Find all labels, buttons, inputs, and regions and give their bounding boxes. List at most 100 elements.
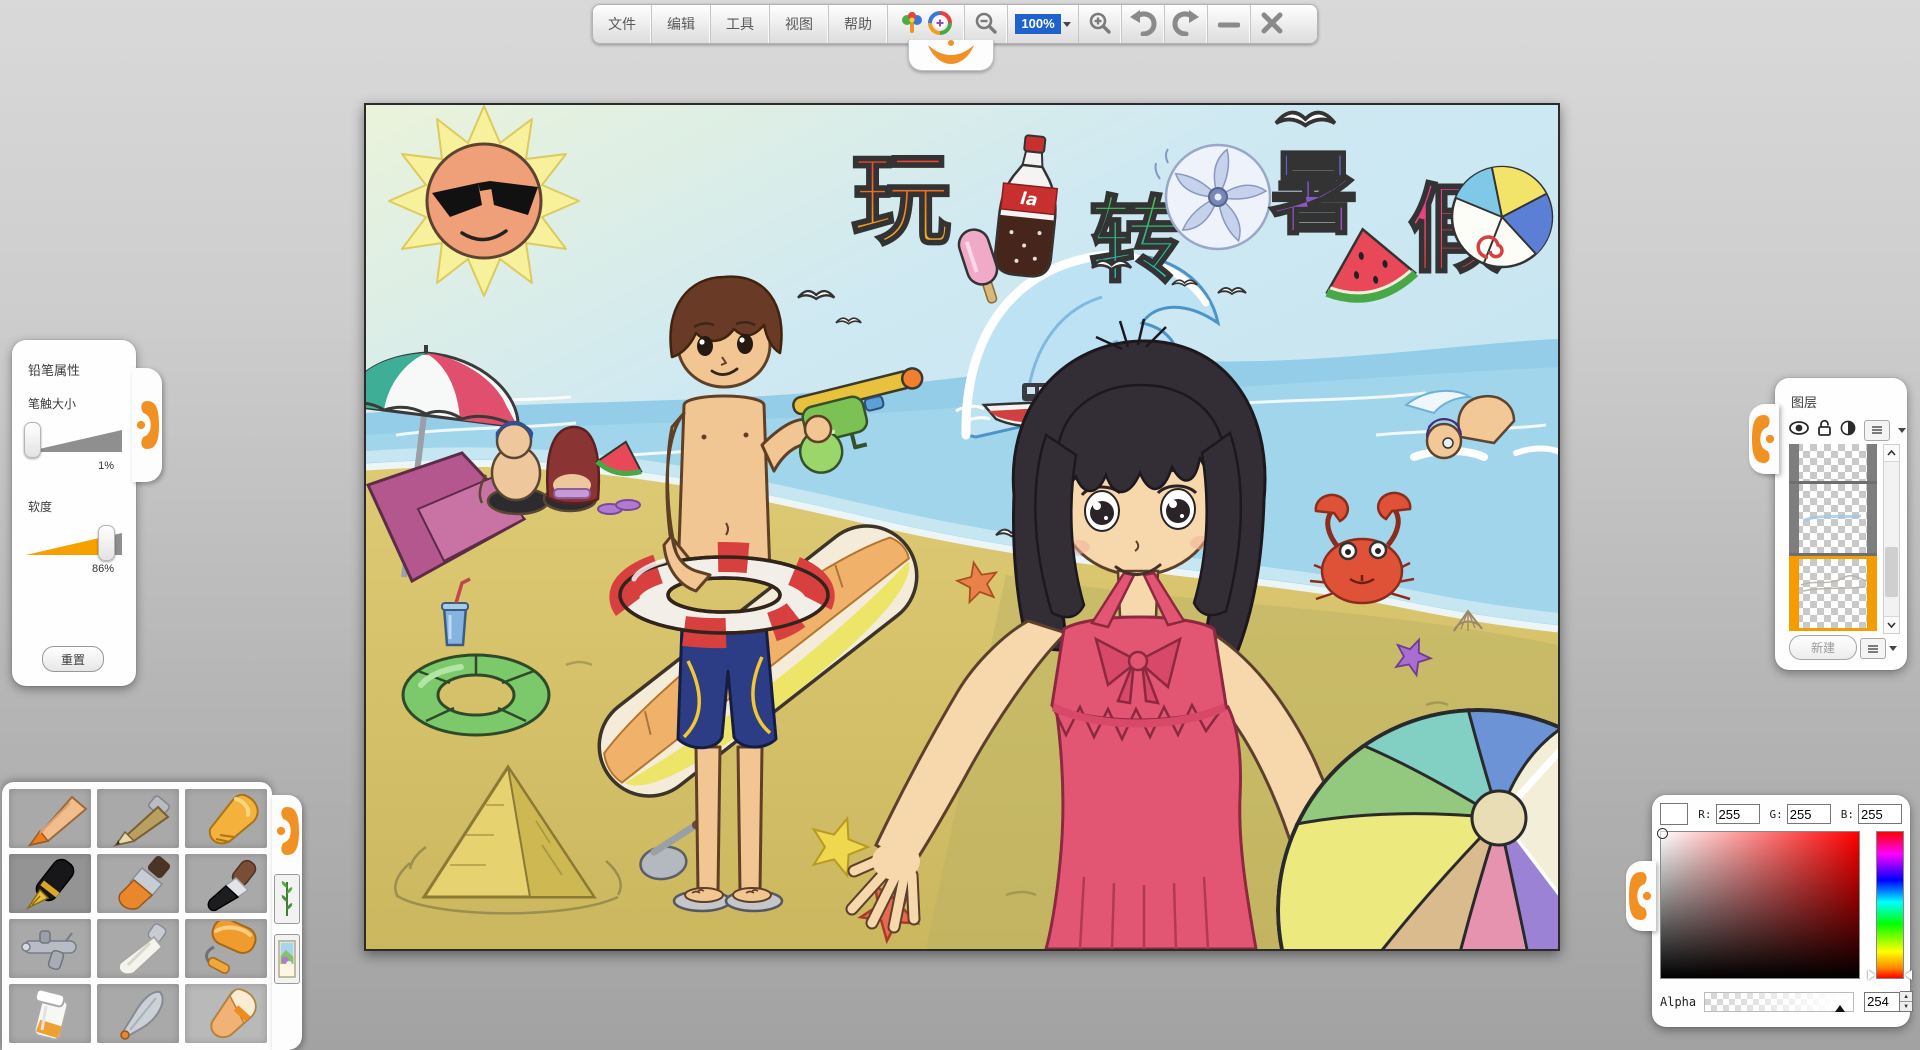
- undo-button[interactable]: [1122, 5, 1165, 43]
- brush-panel-collapse-handle[interactable]: [275, 803, 299, 864]
- fountain-pen-icon: [10, 856, 90, 912]
- pencil-panel-collapse-handle[interactable]: [132, 368, 162, 482]
- red-input[interactable]: [1716, 804, 1760, 824]
- brush-palette-panel: [2, 782, 272, 1050]
- brush-tile-colored-pencil[interactable]: [9, 789, 91, 848]
- menu-view[interactable]: 视图: [770, 5, 829, 43]
- softness-label: 软度: [12, 472, 136, 515]
- alpha-spinner[interactable]: ▲▼: [1900, 991, 1913, 1012]
- airbrush-icon: [10, 921, 90, 977]
- brush-size-label: 笔触大小: [12, 379, 136, 412]
- pencil-panel-title: 铅笔属性: [12, 340, 136, 379]
- new-layer-button[interactable]: 新建: [1789, 635, 1857, 660]
- beach-ball-title: [1452, 167, 1552, 267]
- menu-edit[interactable]: 编辑: [652, 5, 711, 43]
- redo-button[interactable]: [1165, 5, 1208, 43]
- saturation-value-field[interactable]: [1660, 831, 1860, 979]
- curved-arrow-left-icon: [1128, 10, 1158, 39]
- ink-brush-icon: [186, 856, 266, 912]
- hue-marker-left[interactable]: [1868, 970, 1875, 980]
- brush-size-slider-handle[interactable]: [24, 422, 41, 458]
- layers-bottom-menu-button[interactable]: [1860, 638, 1886, 659]
- alpha-label: Alpha: [1660, 995, 1696, 1009]
- menu-file[interactable]: 文件: [593, 5, 652, 43]
- brush-tile-airbrush[interactable]: [9, 919, 91, 978]
- layers-panel-collapse-handle[interactable]: [1749, 404, 1779, 474]
- scroll-down-arrow-icon[interactable]: [1884, 616, 1899, 633]
- softness-value: 86%: [12, 561, 136, 575]
- sv-cursor[interactable]: [1657, 828, 1668, 839]
- scroll-up-arrow-icon[interactable]: [1884, 445, 1899, 462]
- blue-input[interactable]: [1858, 804, 1902, 824]
- tree-logo-icon: [900, 11, 924, 38]
- title-char-1: 玩: [851, 142, 951, 259]
- zoom-dropdown-caret-icon[interactable]: [1063, 22, 1071, 27]
- softness-slider[interactable]: [26, 525, 122, 561]
- orange-handle-icon: [1752, 411, 1776, 467]
- colored-pencil-icon: [10, 791, 90, 847]
- close-icon: [1261, 12, 1283, 37]
- plant-brush-button[interactable]: [274, 874, 300, 924]
- magnifier-minus-icon: [974, 11, 998, 38]
- scrollbar-thumb[interactable]: [1885, 547, 1898, 597]
- zoom-out-button[interactable]: [965, 5, 1008, 43]
- brush-tile-ink-brush[interactable]: [185, 854, 267, 913]
- magnifier-plus-icon: [1088, 11, 1112, 38]
- softness-slider-handle[interactable]: [98, 525, 115, 561]
- bottle-label: la: [1019, 189, 1038, 211]
- layer-row-1[interactable]: [1789, 444, 1877, 484]
- paint-roller-icon: [186, 921, 266, 977]
- layers-bottom-caret-icon[interactable]: [1889, 646, 1897, 651]
- brush-tile-paint-roller[interactable]: [185, 919, 267, 978]
- texture-stamp-icon: [278, 940, 296, 978]
- menu-help[interactable]: 帮助: [829, 5, 888, 43]
- brush-panel-side-strip: [272, 795, 302, 1050]
- brush-tile-fountain-pen[interactable]: [9, 854, 91, 913]
- eraser-icon: [186, 986, 266, 1042]
- layer-list-scrollbar[interactable]: [1883, 444, 1900, 634]
- alpha-slider[interactable]: [1704, 992, 1854, 1012]
- layer-row-3-selected[interactable]: [1789, 556, 1877, 631]
- hue-strip[interactable]: [1876, 831, 1904, 979]
- brush-size-value: 1%: [12, 458, 136, 472]
- brush-size-slider[interactable]: [26, 422, 122, 458]
- close-button[interactable]: [1251, 5, 1293, 43]
- menu-tools[interactable]: 工具: [711, 5, 770, 43]
- brush-tile-eraser[interactable]: [185, 984, 267, 1043]
- layer-row-2[interactable]: [1789, 484, 1877, 556]
- layer-lock-icon[interactable]: [1817, 419, 1832, 441]
- zoom-level-control[interactable]: 100%: [1008, 5, 1079, 43]
- zoom-in-button[interactable]: [1079, 5, 1122, 43]
- curved-arrow-right-icon: [1171, 10, 1201, 39]
- layer-options-caret-icon[interactable]: [1898, 428, 1906, 433]
- current-color-swatch: [1660, 803, 1688, 825]
- reset-button[interactable]: 重置: [42, 646, 104, 672]
- minimize-button[interactable]: [1208, 5, 1251, 43]
- hue-marker-right[interactable]: [1905, 970, 1912, 980]
- brush-tile-flat-brush[interactable]: [97, 854, 179, 913]
- green-input[interactable]: [1787, 804, 1831, 824]
- alpha-marker[interactable]: [1835, 1005, 1845, 1012]
- layer-options-menu-button[interactable]: [1864, 420, 1890, 441]
- title-char-3: 暑: [1269, 142, 1359, 247]
- brush-tile-palette-knife[interactable]: [97, 919, 179, 978]
- brush-tile-crayon[interactable]: [185, 789, 267, 848]
- plant-icon: [279, 880, 295, 918]
- texture-stamp-button[interactable]: [274, 934, 300, 984]
- red-label: R:: [1698, 808, 1711, 821]
- alpha-input[interactable]: [1864, 992, 1900, 1012]
- flat-brush-icon: [98, 856, 178, 912]
- smile-logo-icon: [922, 40, 980, 71]
- beach-painting: 玩 la 转 暑: [366, 105, 1558, 949]
- layer-blend-contrast-icon[interactable]: [1840, 420, 1856, 441]
- color-panel-collapse-handle[interactable]: [1626, 861, 1656, 931]
- palette-knife-icon: [98, 921, 178, 977]
- layer-visibility-eye-icon[interactable]: [1789, 421, 1809, 440]
- brush-tile-paint-jar[interactable]: [9, 984, 91, 1043]
- brush-tile-pencil[interactable]: [97, 789, 179, 848]
- orange-handle-icon: [135, 397, 159, 453]
- zoom-level-value[interactable]: 100%: [1015, 14, 1060, 34]
- drawing-canvas[interactable]: 玩 la 转 暑: [364, 103, 1560, 951]
- brush-tile-leaf-brush[interactable]: [97, 984, 179, 1043]
- leaf-brush-icon: [98, 986, 178, 1042]
